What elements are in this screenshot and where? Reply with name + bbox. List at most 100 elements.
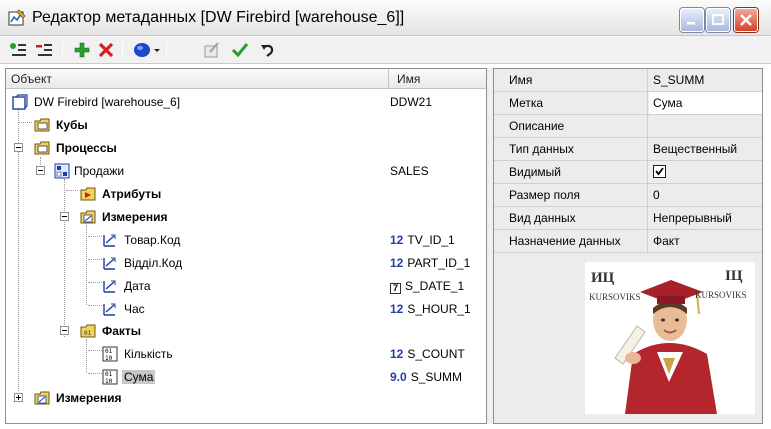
tree-row-label: Измерения — [56, 391, 122, 405]
type-badge: 9.0 — [390, 370, 407, 384]
folder-icon — [34, 141, 50, 155]
type-badge: 12 — [390, 347, 404, 361]
property-row-name[interactable]: Имя S_SUMM — [494, 69, 762, 92]
property-row-data-purpose[interactable]: Назначение данных Факт — [494, 230, 762, 253]
tree-row-root[interactable]: DW Firebird [warehouse_6] DDW21 — [6, 91, 486, 113]
collapse-icon[interactable] — [14, 143, 23, 152]
property-row-label[interactable]: Метка Сума — [494, 92, 762, 115]
add-field-icon[interactable] — [8, 40, 28, 60]
svg-text:01: 01 — [105, 348, 113, 355]
property-row-data-type[interactable]: Тип данных Вещественный — [494, 138, 762, 161]
tree-row-label: Измерения — [102, 210, 168, 224]
dimension-field-icon — [103, 234, 116, 247]
numeric-field-icon: 0110 — [102, 369, 118, 385]
tree-row-dimensions[interactable]: Измерения — [6, 206, 486, 228]
tree-row-field[interactable]: Час 12 S_HOUR_1 — [6, 298, 486, 320]
column-header-object[interactable]: Объект — [6, 69, 389, 89]
tree-row-name: DDW21 — [390, 95, 433, 109]
field-name: PART_ID_1 — [407, 256, 471, 270]
title-bar: Редактор метаданных [DW Firebird [wareho… — [0, 0, 771, 36]
close-button[interactable] — [734, 8, 758, 32]
property-key: Описание — [494, 115, 648, 137]
tree-header: Объект Имя — [6, 69, 486, 89]
property-row-data-kind[interactable]: Вид данных Непрерывный — [494, 207, 762, 230]
property-key: Метка — [494, 92, 648, 114]
tree-row-field[interactable]: Товар.Код 12 TV_ID_1 — [6, 229, 486, 251]
property-value[interactable]: S_SUMM — [649, 69, 762, 91]
chevron-down-icon[interactable] — [152, 40, 162, 60]
property-key: Видимый — [494, 161, 648, 183]
database-icon[interactable] — [132, 40, 152, 60]
dimension-field-icon — [103, 280, 116, 293]
attributes-folder-icon — [80, 187, 96, 201]
maximize-icon — [712, 14, 724, 25]
check-icon — [655, 167, 664, 176]
undo-icon[interactable] — [258, 40, 278, 60]
property-value[interactable]: Вещественный — [649, 138, 762, 160]
object-tree[interactable]: Объект Имя DW Firebird [warehouse_6] DDW… — [5, 68, 487, 424]
property-key: Имя — [494, 69, 648, 91]
type-badge: 12 — [390, 256, 404, 270]
add-icon[interactable] — [72, 40, 92, 60]
minimize-button[interactable] — [680, 8, 704, 32]
tree-row-name: 7 S_DATE_1 — [390, 279, 464, 294]
tree-row-dimensions-root[interactable]: Измерения — [6, 387, 486, 409]
table-icon — [54, 163, 70, 179]
toolbar-separator — [166, 41, 167, 59]
tree-row-sales[interactable]: Продажи SALES — [6, 160, 486, 182]
tree-row-name: 9.0 S_SUMM — [390, 370, 462, 384]
collapse-icon[interactable] — [36, 166, 45, 175]
tree-row-attributes[interactable]: Атрибуты — [6, 183, 486, 205]
property-value[interactable]: 0 — [649, 184, 762, 206]
tree-row-label: Товар.Код — [124, 233, 181, 247]
column-header-name[interactable]: Имя — [390, 69, 486, 89]
watermark-image: ИЦ KURSOVIKS IЦ KURSOVIKS — [585, 262, 755, 414]
database-root-icon — [12, 94, 28, 110]
property-value[interactable] — [649, 115, 762, 137]
svg-text:10: 10 — [105, 355, 113, 362]
numeric-field-icon: 0110 — [102, 346, 118, 362]
folder-icon — [34, 118, 50, 132]
tree-row-field-selected[interactable]: 01 10 Сума 9.0 S_SUMM — [6, 366, 486, 388]
remove-field-icon[interactable] — [34, 40, 54, 60]
property-value-input[interactable]: Сума — [649, 92, 762, 114]
property-value[interactable]: Непрерывный — [649, 207, 762, 229]
tree-row-field[interactable]: Дата 7 S_DATE_1 — [6, 275, 486, 297]
tree-row-field[interactable]: Відділ.Код 12 PART_ID_1 — [6, 252, 486, 274]
property-row-description[interactable]: Описание — [494, 115, 762, 138]
tree-row-facts[interactable]: 01 Факты — [6, 320, 486, 342]
watermark-logo-left: ИЦ — [591, 270, 615, 286]
delete-icon[interactable] — [96, 40, 116, 60]
svg-text:01: 01 — [84, 330, 92, 337]
maximize-button[interactable] — [706, 8, 730, 32]
tree-row-name: 12 S_HOUR_1 — [390, 302, 471, 316]
dimension-field-icon — [103, 303, 116, 316]
property-key: Назначение данных — [494, 230, 648, 252]
tree-row-label: DW Firebird [warehouse_6] — [34, 95, 181, 109]
minimize-icon — [687, 22, 695, 25]
collapse-icon[interactable] — [60, 326, 69, 335]
watermark-logo-right: IЦ — [725, 268, 743, 284]
type-badge: 12 — [390, 302, 404, 316]
tree-row-label: Факты — [102, 324, 142, 338]
property-value — [649, 161, 762, 183]
field-name: S_COUNT — [407, 347, 465, 361]
tree-row-processes[interactable]: Процессы — [6, 137, 486, 159]
metadata-editor-icon — [8, 9, 26, 26]
toolbar — [0, 36, 771, 64]
edit-icon[interactable] — [202, 40, 222, 60]
close-icon — [740, 14, 752, 26]
property-row-field-size[interactable]: Размер поля 0 — [494, 184, 762, 207]
expand-icon[interactable] — [14, 393, 23, 402]
tree-row-field[interactable]: 01 10 Кількість 12 S_COUNT — [6, 343, 486, 365]
field-name: S_SUMM — [410, 370, 463, 384]
property-row-visible[interactable]: Видимый — [494, 161, 762, 184]
visible-checkbox[interactable] — [653, 165, 666, 178]
property-value[interactable]: Факт — [649, 230, 762, 252]
tree-row-name: 12 TV_ID_1 — [390, 233, 455, 247]
collapse-icon[interactable] — [60, 212, 69, 221]
type-badge: 12 — [390, 233, 404, 247]
tree-row-name: SALES — [390, 164, 429, 178]
apply-icon[interactable] — [230, 40, 250, 60]
tree-row-cubes[interactable]: Кубы — [6, 114, 486, 136]
